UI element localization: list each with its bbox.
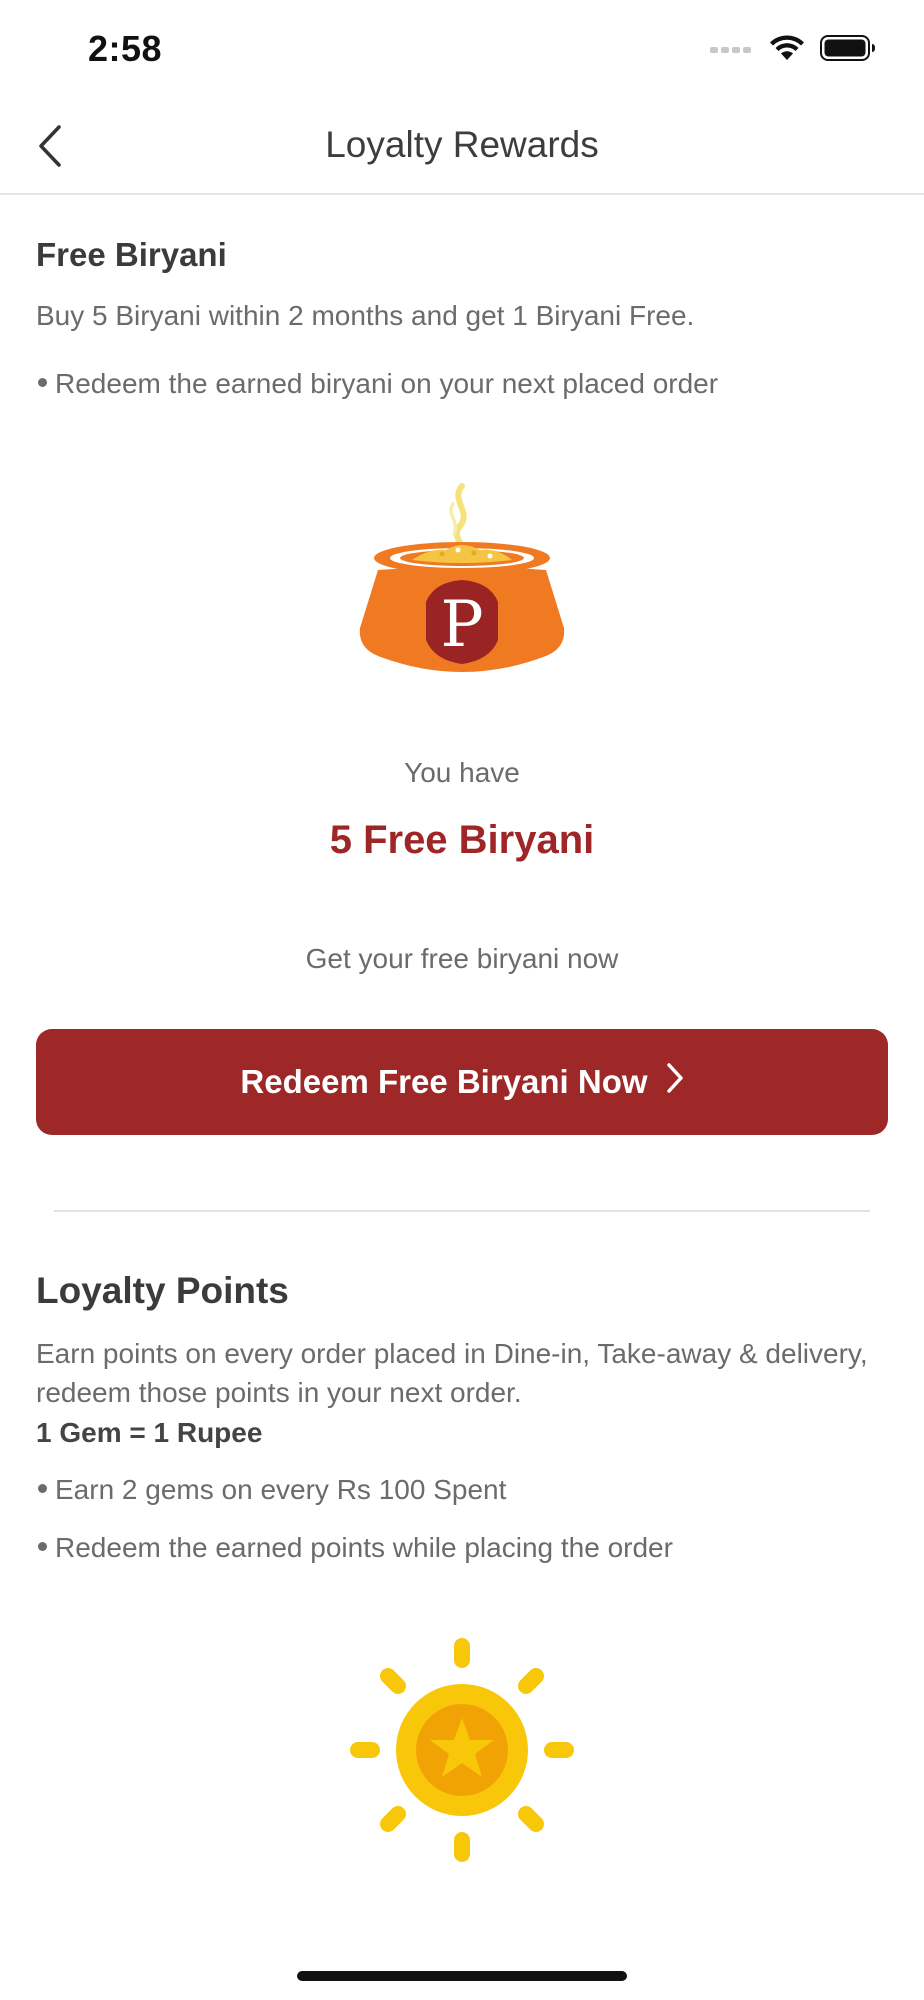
redeem-button-label: Redeem Free Biryani Now [240, 1063, 648, 1100]
bullet-dot [38, 1542, 47, 1552]
page-title: Loyalty Rewards [325, 124, 599, 165]
home-indicator [297, 1971, 627, 1981]
status-time: 2:58 [88, 28, 163, 69]
free-biryani-title: Free Biryani [36, 236, 227, 273]
biryani-pot-icon: P [350, 478, 574, 690]
get-free-biryani-prompt: Get your free biryani now [305, 943, 619, 974]
you-have-label: You have [404, 757, 520, 788]
free-biryani-count: 5 Free Biryani [329, 818, 595, 862]
bullet-text: Earn 2 gems on every Rs 100 Spent [55, 1474, 507, 1505]
section-divider [54, 1210, 870, 1212]
svg-text:P: P [440, 588, 483, 662]
bullet-text: Redeem the earned biryani on your next p… [55, 368, 719, 399]
redeem-free-biryani-button[interactable]: Redeem Free Biryani Now [36, 1029, 888, 1135]
free-biryani-description: Buy 5 Biryani within 2 months and get 1 … [36, 300, 695, 331]
gem-conversion-rate: 1 Gem = 1 Rupee [36, 1417, 263, 1448]
loyalty-points-bullet: Redeem the earned points while placing t… [36, 1528, 896, 1567]
bullet-dot [38, 378, 47, 388]
cellular-signal-icon [710, 42, 754, 60]
loyalty-points-description: Earn points on every order placed in Din… [36, 1338, 868, 1408]
gem-coin-icon [348, 1636, 576, 1864]
status-bar: 2:58 [0, 0, 924, 100]
battery-icon [820, 35, 876, 66]
chevron-right-icon [666, 1062, 684, 1102]
bullet-dot [38, 1484, 47, 1494]
bullet-text: Redeem the earned points while placing t… [55, 1532, 673, 1563]
loyalty-points-title: Loyalty Points [36, 1270, 289, 1311]
loyalty-points-bullet: Earn 2 gems on every Rs 100 Spent [36, 1470, 896, 1509]
wifi-icon [768, 34, 806, 67]
status-icons [710, 34, 876, 67]
navigation-header: Loyalty Rewards [0, 100, 924, 195]
free-biryani-bullet: Redeem the earned biryani on your next p… [36, 364, 896, 403]
